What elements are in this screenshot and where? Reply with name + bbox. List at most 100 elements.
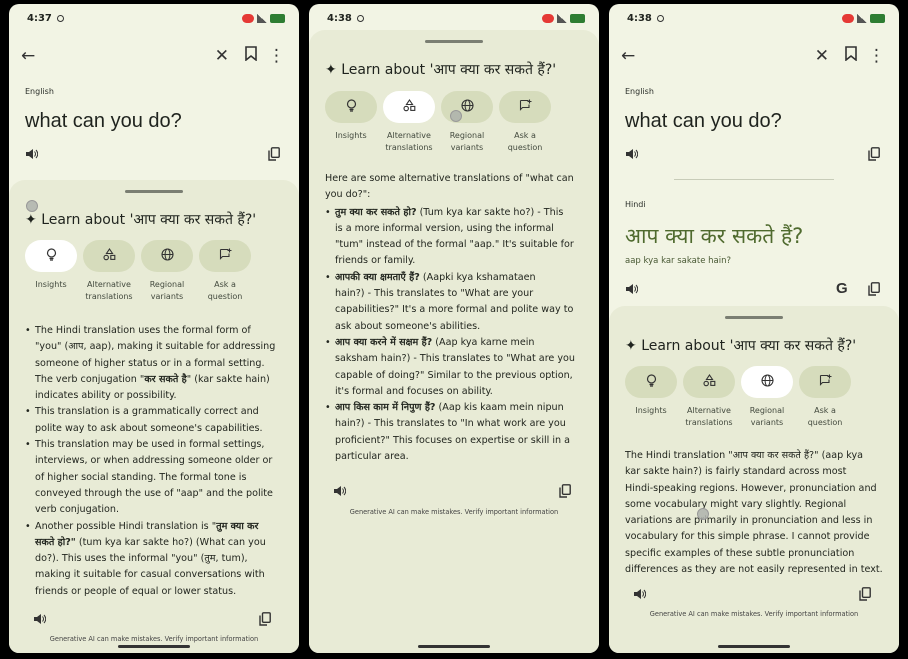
copy-icon[interactable] [868,147,880,164]
chip-row: Insights Alternative translations Regiona… [25,240,251,303]
back-arrow-icon[interactable]: ← [621,44,635,68]
close-icon[interactable]: ✕ [815,44,829,68]
more-options-icon[interactable]: ⋮ [268,44,285,68]
chip-alternative-translations[interactable]: Alternative translations [83,240,135,303]
learn-about-text: Learn about 'आप क्या कर सकते हैं?' [41,212,257,228]
learn-about-text: Learn about 'आप क्या कर सकते हैं?' [341,62,557,78]
chip-regional-label-1: Regional [449,131,485,140]
shapes-icon [402,98,416,116]
chip-alternative-translations[interactable]: Alternative translations [683,366,735,429]
transliteration-text: aap kya kar sakate hain? [625,256,731,266]
bookmark-icon[interactable] [245,44,257,68]
copy-icon[interactable] [268,147,280,164]
target-language-label: Hindi [625,200,646,209]
back-arrow-icon[interactable]: ← [21,44,35,68]
chip-regional-variants[interactable]: Regional variants [141,240,193,303]
bookmark-icon[interactable] [845,44,857,68]
speaker-icon[interactable] [333,485,347,500]
close-icon[interactable]: ✕ [215,44,229,68]
speaker-icon[interactable] [33,613,47,628]
source-text[interactable]: what can you do? [625,110,782,133]
speaker-icon[interactable] [633,588,647,603]
chip-regional-label-2: variants [150,292,184,301]
chip-ask-label-1: Ask a [814,406,836,415]
recording-icon [242,13,254,23]
chip-insights[interactable]: Insights [625,366,677,429]
touch-indicator [450,110,462,122]
more-options-icon[interactable]: ⋮ [868,44,885,68]
copy-icon[interactable] [868,282,880,299]
chip-ask-label-1: Ask a [514,131,536,140]
translated-text[interactable]: आप क्या कर सकते हैं? [625,222,803,250]
chip-ask-label-2: question [207,292,243,301]
chip-insights[interactable]: Insights [325,91,377,154]
status-indicator-icon [356,14,364,22]
chip-ask-label-2: question [807,418,843,427]
speaker-icon[interactable] [625,283,639,298]
chip-alternative-translations[interactable]: Alternative translations [383,91,435,154]
learn-about-text: Learn about 'आप क्या कर सकते हैं?' [641,338,857,354]
add-comment-icon [219,248,232,265]
chip-ask-label-1: Ask a [214,280,236,289]
source-text[interactable]: what can you do? [25,110,182,133]
battery-icon [270,13,285,23]
list-item: The Hindi translation uses the formal fo… [25,323,287,404]
list-item: This translation is a grammatically corr… [25,404,287,437]
copy-icon[interactable] [859,587,871,604]
drag-handle[interactable] [125,190,183,193]
copy-icon[interactable] [559,484,571,501]
gesture-nav-bar[interactable] [418,645,490,648]
status-bar: 4:37 [9,4,299,32]
sparkle-icon: ✦ [625,338,637,354]
shapes-icon [702,373,716,391]
signal-icon [257,13,267,23]
globe-icon [160,247,174,265]
speaker-icon[interactable] [25,148,39,163]
chip-regional-variants[interactable]: Regional variants [441,91,493,154]
shapes-icon [102,247,116,265]
source-language-label: English [625,87,654,96]
chip-insights[interactable]: Insights [25,240,77,303]
source-language-label: English [25,87,54,96]
globe-icon [760,373,774,391]
regional-content: The Hindi translation "आप क्या कर सकते ह… [625,448,887,578]
sparkle-icon: ✦ [325,62,337,78]
list-item: तुम क्या कर सकते हो? (Tum kya kar sakte … [325,205,587,270]
sparkle-icon: ✦ [25,212,37,228]
gesture-nav-bar[interactable] [718,645,790,648]
chip-alt-label-2: translations [385,143,433,152]
drag-handle[interactable] [725,316,783,319]
chip-regional-label-2: variants [450,143,484,152]
chip-ask-question[interactable]: Ask a question [199,240,251,303]
battery-icon [570,13,585,23]
phone-screen-regional: 4:38 ← ✕ ⋮ English what can you do? Hind… [609,4,899,653]
lightbulb-icon [346,98,357,116]
status-bar: 4:38 [309,4,599,32]
chip-ask-question[interactable]: Ask a question [499,91,551,154]
intro-text: Here are some alternative translations o… [325,173,574,201]
recording-icon [542,13,554,23]
chip-ask-label-2: question [507,143,543,152]
learn-about-sheet: ✦ Learn about 'आप क्या कर सकते हैं?' Ins… [609,306,899,653]
learn-about-title: ✦ Learn about 'आप क्या कर सकते हैं?' [325,60,556,79]
chip-alt-label-1: Alternative [687,406,731,415]
list-item: This translation may be used in formal s… [25,437,287,518]
chip-alt-label-1: Alternative [87,280,131,289]
drag-handle[interactable] [425,40,483,43]
chip-insights-label: Insights [335,131,367,140]
list-item: आप क्या करने में सक्षम हैं? (Aap kya kar… [325,335,587,400]
chip-insights-label: Insights [635,406,667,415]
google-icon[interactable]: G [836,280,848,297]
chip-regional-variants[interactable]: Regional variants [741,366,793,429]
ai-disclaimer: Generative AI can make mistakes. Verify … [649,610,859,618]
chip-ask-question[interactable]: Ask a question [799,366,851,429]
ai-disclaimer: Generative AI can make mistakes. Verify … [49,635,259,643]
gesture-nav-bar[interactable] [118,645,190,648]
copy-icon[interactable] [259,612,271,629]
status-indicator-icon [56,14,64,22]
lightbulb-icon [646,373,657,391]
top-app-bar: ← ✕ ⋮ [9,44,299,68]
status-time: 4:38 [627,12,652,24]
speaker-icon[interactable] [625,148,639,163]
chip-regional-label-1: Regional [149,280,185,289]
